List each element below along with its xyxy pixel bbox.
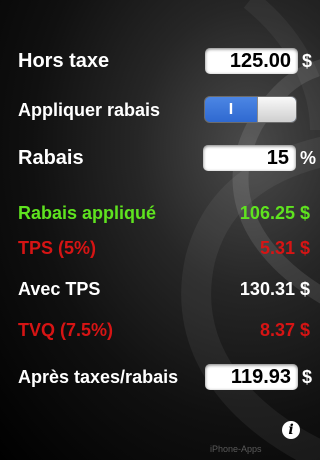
row-tvq: TVQ (7.5%) 8.37 $ (0, 313, 320, 347)
watermark: iPhone-Apps (210, 444, 262, 454)
row-rabais: Rabais 15 % (0, 141, 320, 175)
label-tvq: TVQ (7.5%) (18, 320, 114, 340)
row-rabais-applique: Rabais appliqué 106.25 $ (0, 196, 320, 230)
apres-taxes-field[interactable]: 119.93 (205, 364, 298, 390)
row-apres-taxes: Après taxes/rabais 119.93 $ (0, 360, 320, 394)
value-tvq: 8.37 $ (259, 320, 310, 340)
row-hors-taxe: Hors taxe 125.00 $ (0, 44, 320, 78)
appliquer-rabais-toggle[interactable]: I (204, 96, 297, 123)
row-avec-tps: Avec TPS 130.31 $ (0, 272, 320, 306)
label-rabais-applique: Rabais appliqué (18, 203, 157, 223)
toggle-knob[interactable] (257, 97, 296, 122)
label-tps: TPS (5%) (18, 238, 97, 258)
row-tps: TPS (5%) 5.31 $ (0, 231, 320, 265)
rabais-input[interactable]: 15 (203, 145, 296, 171)
hors-taxe-input[interactable]: 125.00 (205, 48, 298, 74)
label-appliquer-rabais: Appliquer rabais (18, 100, 161, 120)
rabais-unit: % (300, 148, 317, 168)
toggle-on-label: I (228, 101, 234, 118)
row-appliquer-rabais: Appliquer rabais I (0, 93, 320, 127)
value-rabais-applique: 106.25 $ (239, 203, 310, 223)
hors-taxe-unit: $ (302, 51, 313, 71)
label-avec-tps: Avec TPS (18, 279, 101, 299)
label-hors-taxe: Hors taxe (18, 50, 110, 72)
label-rabais: Rabais (18, 147, 84, 169)
value-avec-tps: 130.31 $ (239, 279, 310, 299)
apres-taxes-unit: $ (302, 367, 313, 387)
label-apres-taxes: Après taxes/rabais (18, 367, 179, 387)
info-icon[interactable]: i (282, 421, 300, 439)
value-tps: 5.31 $ (259, 238, 310, 258)
